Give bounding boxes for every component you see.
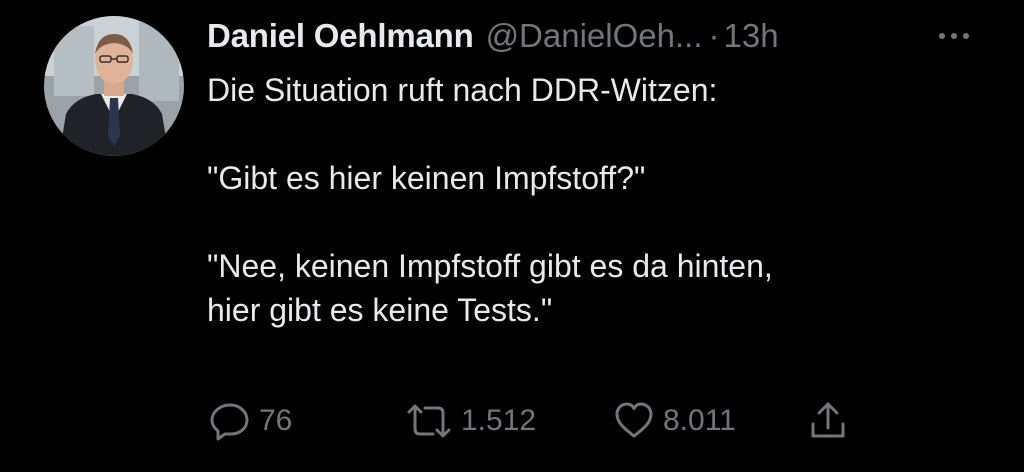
tweet-text-line: "Nee, keinen Impfstoff gibt es da hinten… xyxy=(207,248,773,284)
separator-dot: · xyxy=(708,17,720,54)
more-horizontal-icon[interactable] xyxy=(932,24,976,48)
tweet-text-line: "Gibt es hier keinen Impfstoff?" xyxy=(207,160,646,196)
tweet-text: Die Situation ruft nach DDR-Witzen: "Gib… xyxy=(207,68,997,332)
author-handle[interactable]: @DanielOeh... xyxy=(486,14,703,58)
retweet-count: 1.512 xyxy=(461,404,537,437)
retweet-icon xyxy=(403,398,455,444)
reply-count: 76 xyxy=(259,404,293,437)
tweet-timestamp[interactable]: 13h xyxy=(724,14,779,58)
retweet-button[interactable]: 1.512 xyxy=(403,398,536,444)
tweet-actions: 76 1.512 8.011 xyxy=(207,398,867,444)
like-count: 8.011 xyxy=(663,404,736,437)
tweet-text-line: Die Situation ruft nach DDR-Witzen: xyxy=(207,72,718,108)
tweet-text-line: hier gibt es keine Tests." xyxy=(207,292,553,328)
share-icon xyxy=(805,398,851,444)
reply-icon xyxy=(207,398,253,444)
tweet[interactable]: Daniel Oehlmann @DanielOeh... · 13h Die … xyxy=(0,0,1024,472)
share-button[interactable] xyxy=(805,398,851,444)
heart-icon xyxy=(611,398,657,444)
author-name[interactable]: Daniel Oehlmann xyxy=(207,14,474,58)
avatar[interactable] xyxy=(44,16,184,156)
reply-button[interactable]: 76 xyxy=(207,398,292,444)
like-button[interactable]: 8.011 xyxy=(611,398,736,444)
tweet-header: Daniel Oehlmann @DanielOeh... · 13h xyxy=(207,14,779,58)
